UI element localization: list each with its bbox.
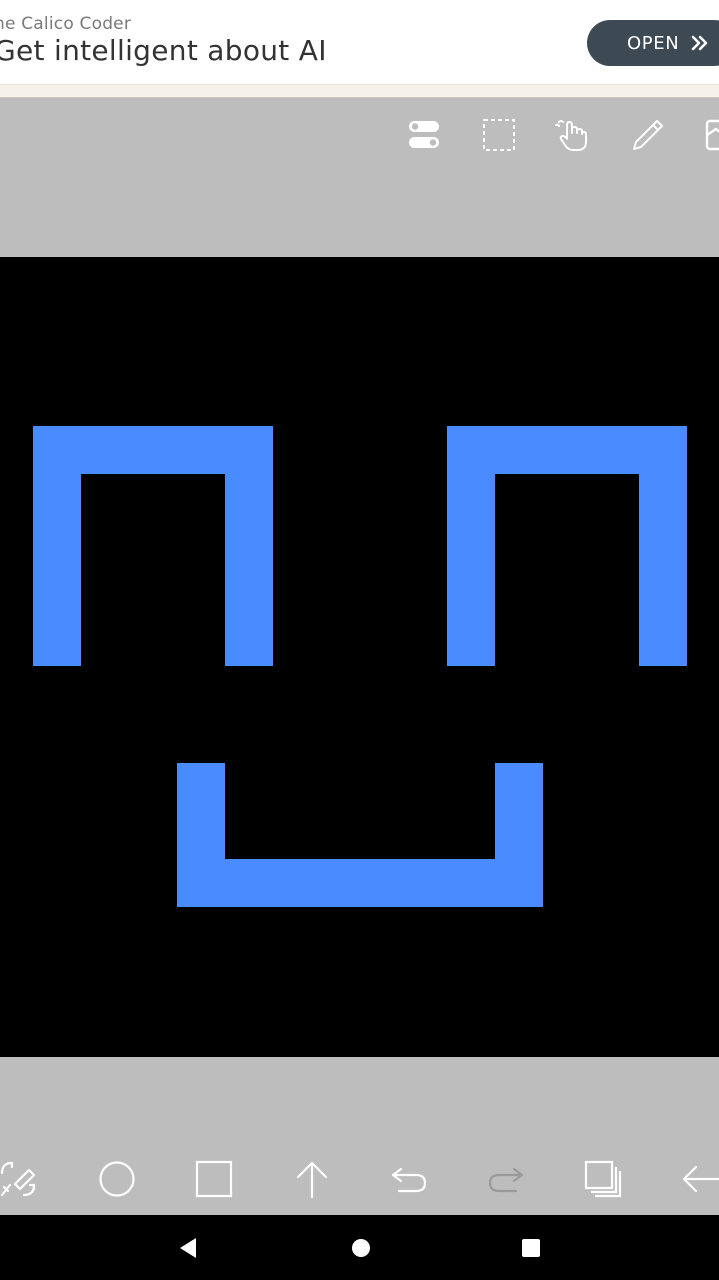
nav-home-button[interactable] <box>343 1233 379 1263</box>
right-eye-shape[interactable] <box>447 426 687 666</box>
triangle-back-icon <box>180 1238 196 1258</box>
nav-back-button[interactable] <box>170 1233 206 1263</box>
rectangle-tool-icon[interactable] <box>194 1159 234 1199</box>
redo-icon[interactable] <box>486 1159 526 1199</box>
ad-open-button[interactable]: OPEN <box>587 20 719 66</box>
transform-icon[interactable] <box>0 1159 38 1199</box>
square-recents-icon <box>522 1239 540 1257</box>
arrow-up-icon[interactable] <box>292 1159 332 1199</box>
left-eye-shape[interactable] <box>33 426 273 666</box>
toggle-settings-icon[interactable] <box>404 115 444 155</box>
navigation-bar <box>0 1215 719 1280</box>
mouth-shape[interactable] <box>177 763 543 907</box>
double-chevron-right-icon <box>691 35 709 51</box>
pencil-icon[interactable] <box>628 115 668 155</box>
ad-headline: Get intelligent about AI <box>0 34 327 67</box>
ad-divider <box>0 84 719 98</box>
bottom-toolbar <box>0 1057 719 1215</box>
circle-tool-icon[interactable] <box>97 1159 137 1199</box>
undo-icon[interactable] <box>389 1159 429 1199</box>
drawing-canvas[interactable] <box>0 257 719 1057</box>
ad-banner[interactable]: he Calico Coder Get intelligent about AI… <box>0 0 719 84</box>
nav-recents-button[interactable] <box>513 1233 549 1263</box>
ad-open-label: OPEN <box>627 32 680 54</box>
ad-sponsor: he Calico Coder <box>0 14 132 34</box>
select-rect-icon[interactable] <box>479 115 519 155</box>
image-icon[interactable] <box>702 115 719 155</box>
top-toolbar <box>0 98 719 257</box>
touch-hand-icon[interactable] <box>553 115 593 155</box>
back-arrow-icon[interactable] <box>680 1159 719 1199</box>
circle-home-icon <box>352 1239 370 1257</box>
layers-icon[interactable] <box>583 1159 623 1199</box>
